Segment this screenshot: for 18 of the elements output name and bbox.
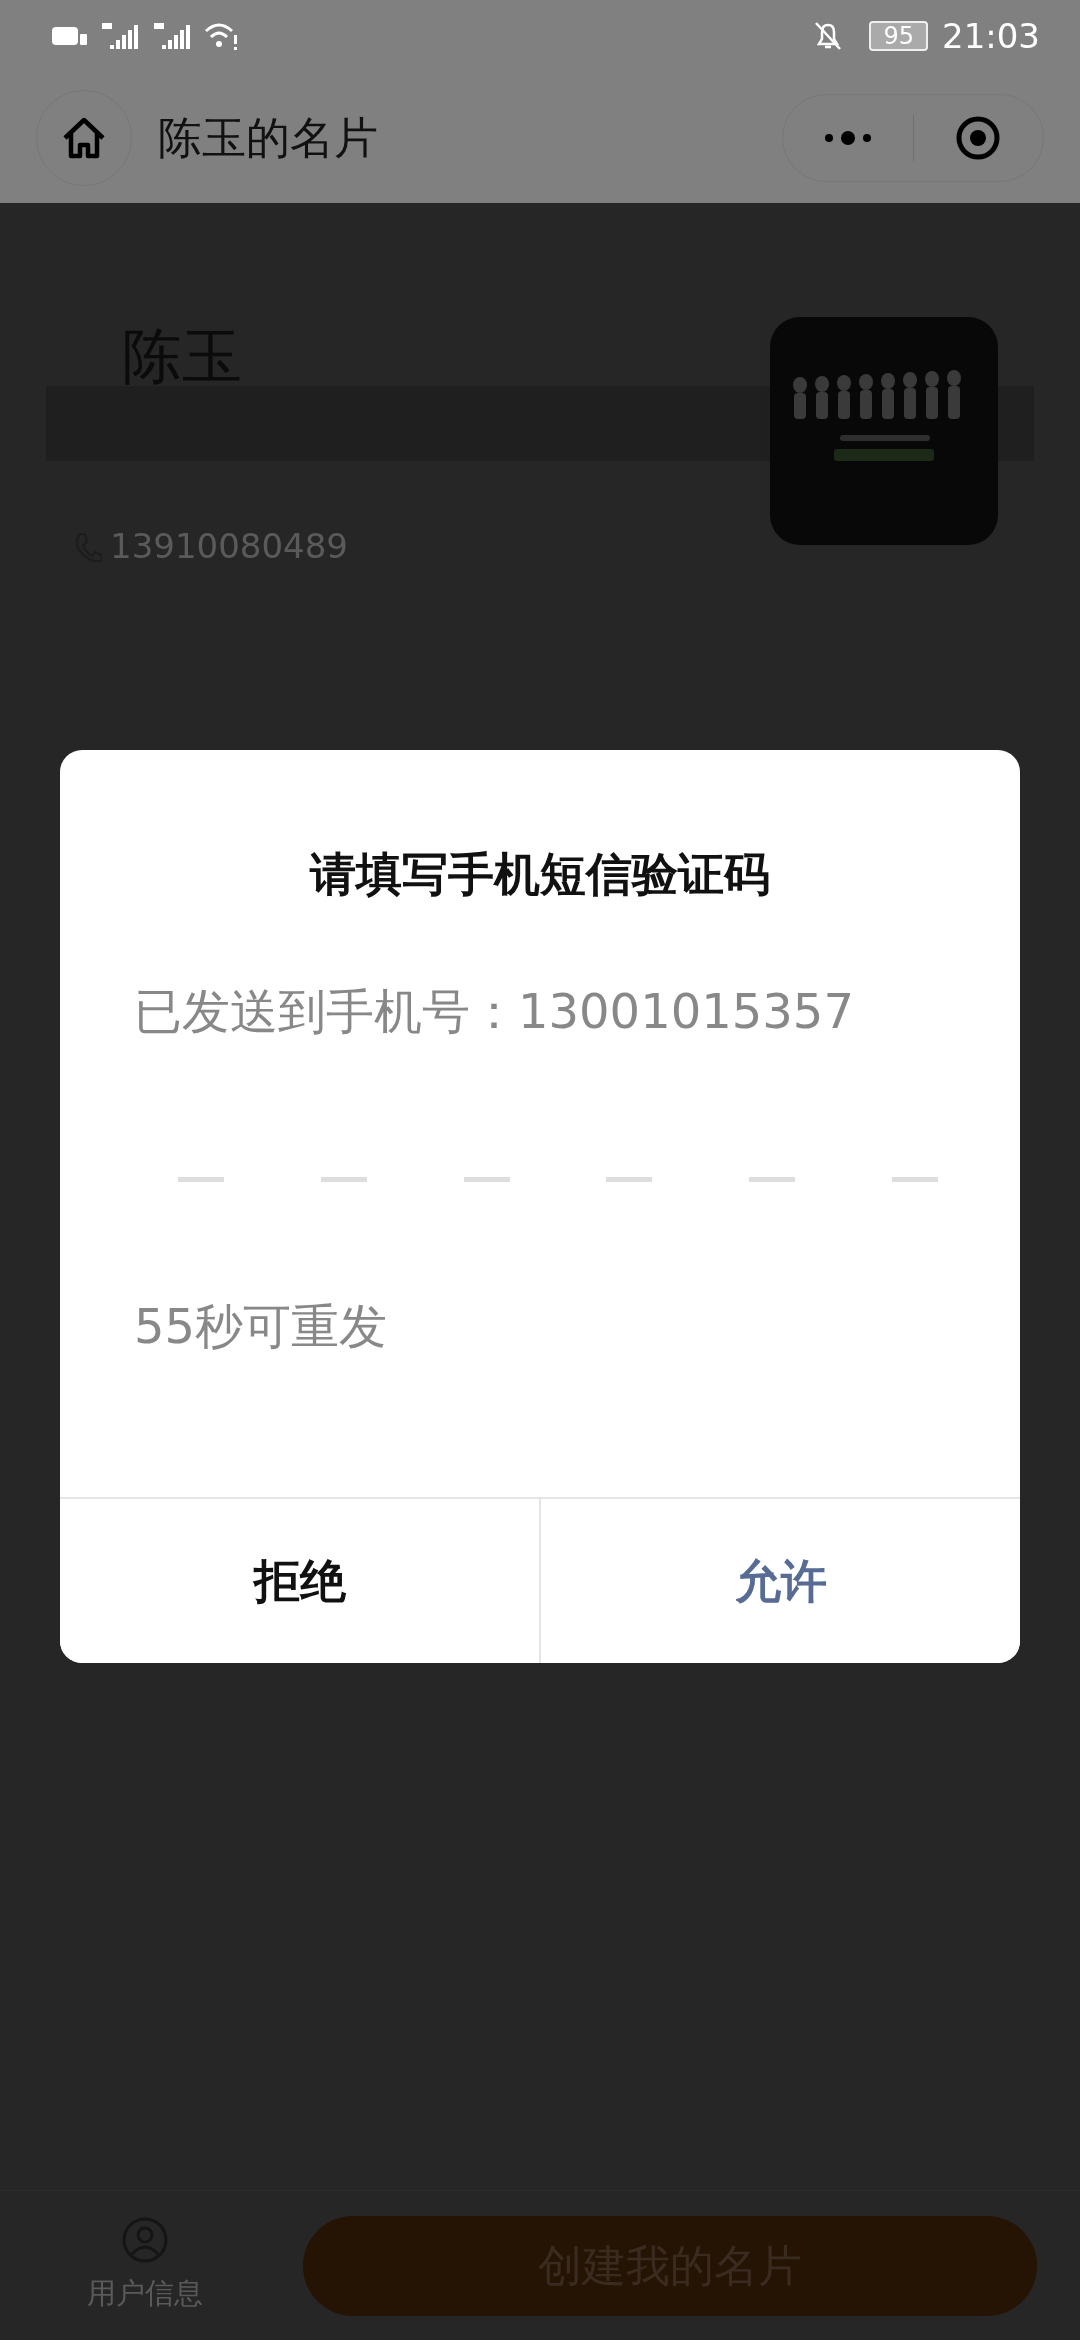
battery-indicator: 95	[869, 21, 928, 51]
resend-countdown: 55秒可重发	[134, 1297, 389, 1356]
muted-bell-icon	[813, 20, 844, 52]
home-icon	[61, 115, 107, 160]
code-digit-slot[interactable]	[749, 1177, 796, 1182]
page-title: 陈玉的名片	[158, 110, 378, 165]
code-digit-slot[interactable]	[892, 1177, 938, 1182]
more-icon	[822, 129, 873, 146]
code-digit-slot[interactable]	[463, 1177, 510, 1182]
sent-to-text: 已发送到手机号：13001015357	[134, 982, 855, 1041]
allow-button[interactable]: 允许	[539, 1499, 1020, 1663]
clock-time: 21:03	[942, 14, 1040, 58]
record-icon	[955, 114, 1002, 161]
code-digit-slot[interactable]	[178, 1177, 224, 1182]
wifi-icon	[204, 21, 238, 51]
code-digit-slot[interactable]	[606, 1177, 653, 1182]
dialog-title: 请填写手机短信验证码	[308, 846, 771, 903]
code-digit-slot[interactable]	[320, 1177, 367, 1182]
